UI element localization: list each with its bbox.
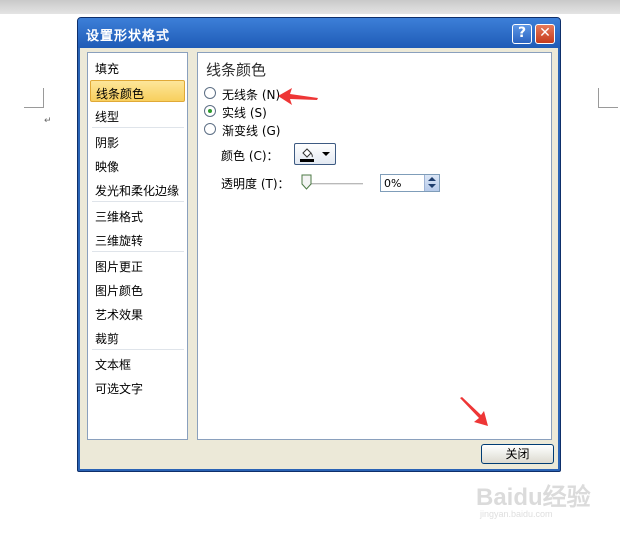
margin-corner-left <box>24 88 44 108</box>
spin-down-icon[interactable] <box>428 184 436 188</box>
paragraph-mark: ↵ <box>44 116 52 126</box>
margin-corner-right <box>598 88 618 108</box>
transparency-slider-track[interactable] <box>307 183 363 185</box>
red-arrow-icon <box>278 88 318 105</box>
nav-divider <box>92 201 184 202</box>
solid-line-radio[interactable] <box>204 105 216 117</box>
gradient-line-radio[interactable] <box>204 123 216 135</box>
panel-title: 线条颜色 <box>206 61 267 79</box>
nav-item-crop[interactable]: 裁剪 <box>90 326 185 348</box>
nav-item-alt-text[interactable]: 可选文字 <box>90 376 185 398</box>
dropdown-arrow-icon <box>322 152 330 156</box>
nav-item-shadow[interactable]: 阴影 <box>90 130 185 152</box>
line-color-panel: 线条颜色 无线条 (N) 实线 (S) 渐变线 (G) 颜色 (C)： 透明度 … <box>197 52 552 440</box>
line-color-picker[interactable] <box>294 143 336 165</box>
baidu-watermark: Baidu经验 jingyan.baidu.com <box>476 477 616 527</box>
nav-item-3d-rotation[interactable]: 三维旋转 <box>90 228 185 250</box>
nav-item-fill[interactable]: 填充 <box>90 56 185 78</box>
color-label: 颜色 (C)： <box>221 149 279 163</box>
red-arrow-icon <box>460 397 488 426</box>
category-list: 填充 线条颜色 线型 阴影 映像 发光和柔化边缘 三维格式 三维旋转 图片更正 … <box>87 52 188 440</box>
spin-up-icon[interactable] <box>428 177 436 181</box>
transparency-spinbox[interactable]: 0% <box>380 174 440 192</box>
watermark-url: jingyan.baidu.com <box>480 509 553 519</box>
no-line-label: 无线条 (N) <box>222 88 281 102</box>
transparency-slider-thumb[interactable] <box>301 174 312 190</box>
watermark-brand: Baidu经验 <box>476 484 591 511</box>
nav-divider <box>92 251 184 252</box>
transparency-value[interactable]: 0% <box>384 177 401 190</box>
close-window-button[interactable]: ✕ <box>535 24 555 44</box>
solid-line-label: 实线 (S) <box>222 106 267 120</box>
gradient-line-label: 渐变线 (G) <box>222 124 281 138</box>
nav-item-line-style[interactable]: 线型 <box>90 104 185 126</box>
nav-item-line-color[interactable]: 线条颜色 <box>90 80 185 102</box>
close-button[interactable]: 关闭 <box>481 444 554 464</box>
nav-item-glow-soft-edges[interactable]: 发光和柔化边缘 <box>90 178 185 200</box>
help-button[interactable]: ? <box>512 24 532 44</box>
nav-item-reflection[interactable]: 映像 <box>90 154 185 176</box>
nav-item-picture-corrections[interactable]: 图片更正 <box>90 254 185 276</box>
nav-divider <box>92 127 184 128</box>
transparency-label: 透明度 (T)： <box>221 177 290 191</box>
nav-item-text-box[interactable]: 文本框 <box>90 352 185 374</box>
spin-buttons[interactable] <box>424 175 439 191</box>
paint-bucket-icon <box>300 148 314 162</box>
nav-item-picture-color[interactable]: 图片颜色 <box>90 278 185 300</box>
dialog-title: 设置形状格式 <box>86 29 171 44</box>
document-ribbon-edge <box>0 0 620 14</box>
nav-item-3d-format[interactable]: 三维格式 <box>90 204 185 226</box>
dialog-titlebar[interactable]: 设置形状格式 ? ✕ <box>78 18 560 48</box>
nav-divider <box>92 349 184 350</box>
no-line-radio[interactable] <box>204 87 216 99</box>
nav-item-artistic-effects[interactable]: 艺术效果 <box>90 302 185 324</box>
